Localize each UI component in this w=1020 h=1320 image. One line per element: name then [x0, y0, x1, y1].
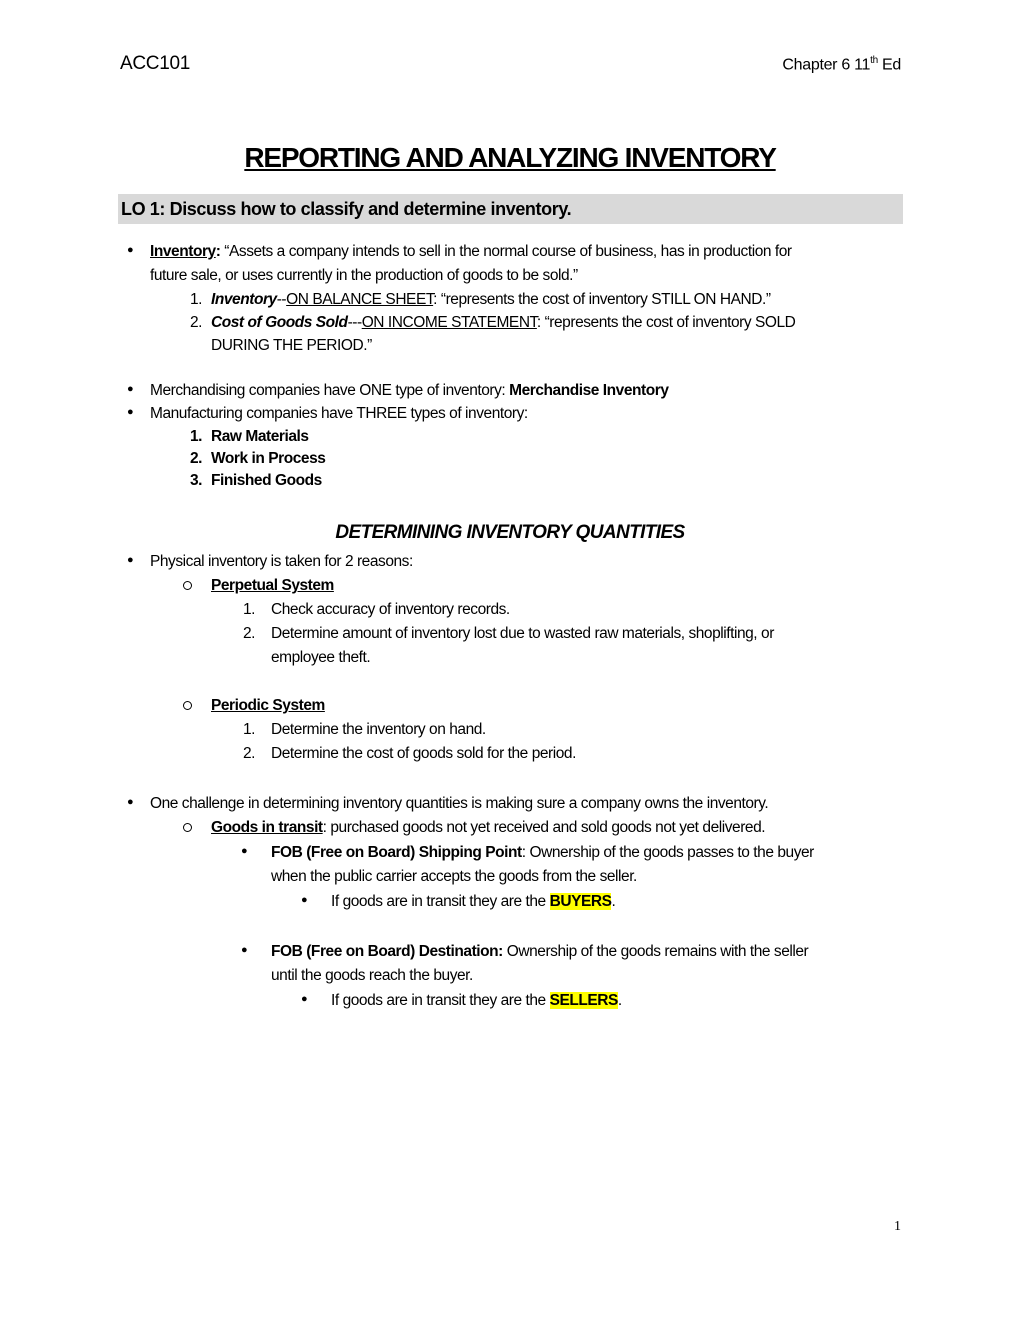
inventory-item-num-2: 2.: [190, 314, 203, 331]
fob-shipping-label: FOB (Free on Board) Shipping Point: [271, 844, 522, 861]
bullet-icon: ●: [241, 944, 248, 956]
perpetual-system-label: Perpetual System: [211, 577, 334, 594]
periodic-item-2: Determine the cost of goods sold for the…: [271, 745, 576, 762]
bullet-icon: ●: [241, 845, 248, 857]
header-course: ACC101: [120, 53, 191, 74]
manufacturing-text: Manufacturing companies have THREE types…: [150, 405, 528, 422]
bullet-icon: ●: [127, 554, 134, 566]
fob-shipping-point: FOB (Free on Board) Shipping Point: Owne…: [271, 841, 814, 864]
manuf-item-finished-goods: Finished Goods: [211, 472, 322, 489]
manuf-item-work-in-process: Work in Process: [211, 450, 326, 467]
inventory-item-2: Cost of Goods Sold---ON INCOME STATEMENT…: [211, 311, 796, 334]
inventory-definition-line2: future sale, or uses currently in the pr…: [150, 267, 578, 284]
header-chapter-prefix: Chapter 6 11: [782, 56, 871, 74]
perpetual-item-2: Determine amount of inventory lost due t…: [271, 625, 774, 642]
period: .: [611, 893, 616, 910]
fob-destination-text: Ownership of the goods remains with the …: [502, 943, 809, 960]
goods-in-transit-text: : purchased goods not yet received and s…: [322, 819, 766, 836]
merch-bold: Merchandise Inventory: [509, 382, 669, 399]
item-statement: ON INCOME STATEMENT: [361, 314, 538, 331]
periodic-item-num: 1.: [243, 721, 256, 738]
header-chapter-sup: th: [870, 55, 878, 66]
merch-text: Merchandising companies have ONE type of…: [150, 382, 510, 399]
fob-destination: FOB (Free on Board) Destination: Ownersh…: [271, 940, 809, 963]
lo-banner: LO 1: Discuss how to classify and determ…: [118, 194, 903, 224]
perpetual-item-num: 1.: [243, 601, 256, 618]
bullet-icon: ●: [127, 383, 134, 395]
item-term: Cost of Goods Sold: [211, 314, 348, 331]
inventory-term: Inventory: [150, 243, 216, 260]
manuf-item-num: 1.: [190, 428, 203, 445]
section-title-determining-quantities: DETERMINING INVENTORY QUANTITIES: [335, 522, 685, 543]
header-chapter-suffix: Ed: [877, 56, 901, 74]
bullet-icon: ●: [127, 796, 134, 808]
item-statement: ON BALANCE SHEET: [286, 291, 434, 308]
buyers-highlight: BUYERS: [549, 893, 612, 910]
manuf-item-num: 3.: [190, 472, 203, 489]
inventory-item-2-cont: DURING THE PERIOD.”: [211, 337, 372, 354]
merchandising-text: Merchandising companies have ONE type of…: [150, 379, 669, 402]
periodic-item-num: 2.: [243, 745, 256, 762]
inventory-item-num-1: 1.: [190, 291, 203, 308]
challenge-text: One challenge in determining inventory q…: [150, 795, 769, 812]
bullet-icon: ●: [127, 244, 134, 256]
perpetual-item-1: Check accuracy of inventory records.: [271, 601, 510, 618]
item-text: : “represents the cost of inventory STIL…: [433, 291, 771, 308]
goods-in-transit-label: Goods in transit: [211, 819, 323, 836]
fob-destination-sub-text: If goods are in transit they are the: [331, 992, 550, 1009]
bullet-icon: ●: [301, 993, 308, 1005]
sellers-highlight: SELLERS: [549, 992, 618, 1009]
manuf-item-num: 2.: [190, 450, 203, 467]
inventory-def-text: “Assets a company intends to sell in the…: [220, 243, 792, 260]
fob-destination-label: FOB (Free on Board) Destination:: [271, 943, 503, 960]
perpetual-item-num: 2.: [243, 625, 256, 642]
item-sep: --: [276, 291, 287, 308]
header-chapter: Chapter 6 11th Ed: [782, 55, 901, 74]
item-term: Inventory: [211, 291, 277, 308]
fob-shipping-sub: If goods are in transit they are the BUY…: [331, 890, 616, 913]
circle-bullet-icon: [183, 823, 192, 832]
circle-bullet-icon: [183, 701, 192, 710]
goods-in-transit: Goods in transit: purchased goods not ye…: [211, 816, 766, 839]
inventory-item-1: Inventory--ON BALANCE SHEET: “represents…: [211, 288, 771, 311]
page-title: REPORTING AND ANALYZING INVENTORY: [244, 142, 777, 173]
perpetual-item-2-cont: employee theft.: [271, 649, 371, 666]
fob-destination-sub: If goods are in transit they are the SEL…: [331, 989, 622, 1012]
manuf-item-raw-materials: Raw Materials: [211, 428, 309, 445]
page-number: 1: [894, 1219, 901, 1234]
circle-bullet-icon: [183, 581, 192, 590]
periodic-item-1: Determine the inventory on hand.: [271, 721, 486, 738]
physical-inventory-text: Physical inventory is taken for 2 reason…: [150, 553, 413, 570]
fob-shipping-cont: when the public carrier accepts the good…: [271, 868, 637, 885]
period: .: [617, 992, 622, 1009]
bullet-icon: ●: [301, 894, 308, 906]
inventory-definition-line1: Inventory: “Assets a company intends to …: [150, 240, 792, 263]
item-sep: ---: [347, 314, 363, 331]
fob-shipping-sub-text: If goods are in transit they are the: [331, 893, 550, 910]
item-text: : “represents the cost of inventory SOLD: [536, 314, 796, 331]
fob-shipping-text: : Ownership of the goods passes to the b…: [521, 844, 815, 861]
periodic-system-label: Periodic System: [211, 697, 325, 714]
fob-destination-cont: until the goods reach the buyer.: [271, 967, 473, 984]
bullet-icon: ●: [127, 406, 134, 418]
